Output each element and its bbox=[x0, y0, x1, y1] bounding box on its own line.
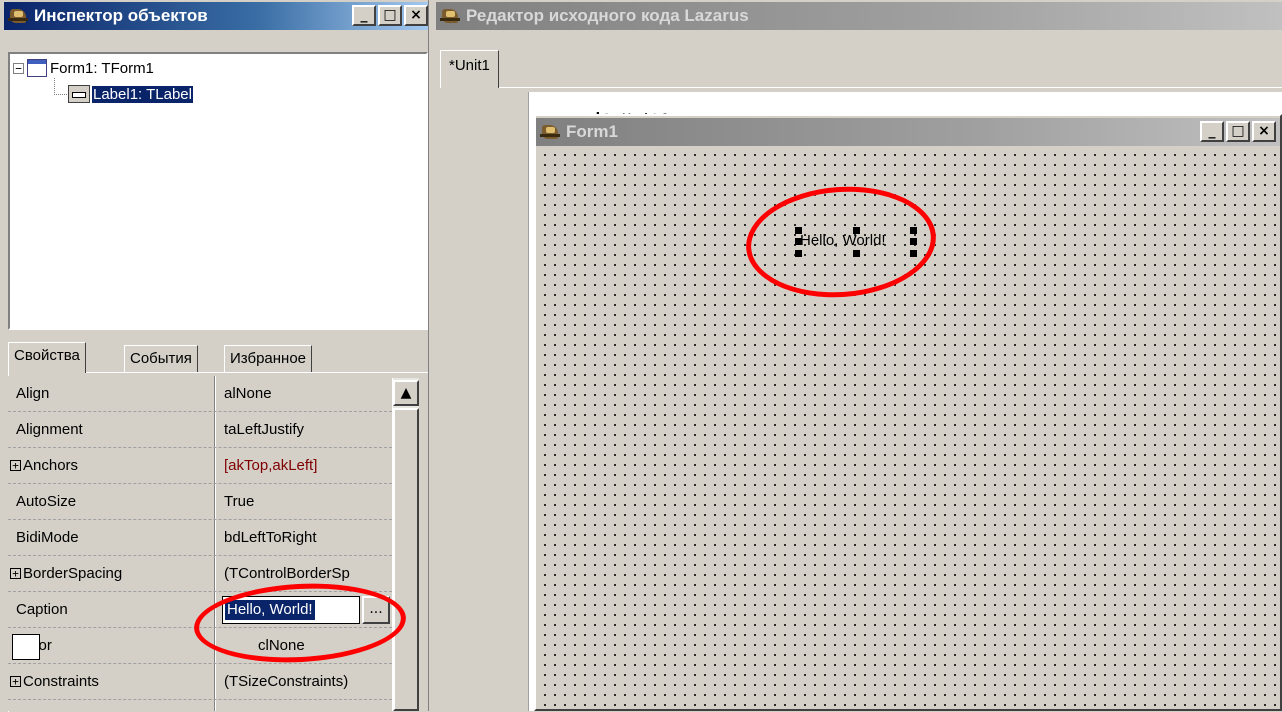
editor-gutter bbox=[448, 92, 529, 711]
tree-item-label: Form1: TForm1 bbox=[50, 59, 154, 77]
maximize-button[interactable]: □ bbox=[378, 5, 402, 26]
editor-title: Редактор исходного кода Lazarus bbox=[466, 6, 749, 25]
color-swatch bbox=[12, 634, 40, 660]
property-name: + Constraints bbox=[10, 664, 206, 699]
property-row-align[interactable]: Align alNone bbox=[8, 376, 392, 412]
property-name: Alignment bbox=[16, 412, 212, 447]
property-row-anchors[interactable]: + Anchors [akTop,akLeft] bbox=[8, 448, 392, 484]
inspector-title: Инспектор объектов bbox=[34, 6, 208, 25]
component-tree[interactable]: − Form1: TForm1 Label1: TLabel bbox=[8, 52, 428, 330]
property-name-text: AutoSize bbox=[16, 493, 77, 510]
expand-plus-icon[interactable]: + bbox=[10, 460, 21, 471]
form1-window-buttons: _ □ × bbox=[1200, 121, 1276, 142]
property-value[interactable]: (TSizeConstraints) bbox=[224, 664, 390, 699]
scroll-thumb[interactable] bbox=[393, 408, 419, 711]
close-button[interactable]: × bbox=[1252, 121, 1276, 142]
property-name-text: BidiMode bbox=[16, 529, 79, 546]
lazarus-app-icon bbox=[540, 122, 562, 142]
property-row-constraints[interactable]: + Constraints (TSizeConstraints) bbox=[8, 664, 392, 700]
tree-item-form1[interactable]: − Form1: TForm1 bbox=[13, 59, 154, 77]
minimize-button[interactable]: _ bbox=[1200, 121, 1224, 142]
tree-item-label: Label1: TLabel bbox=[92, 85, 193, 103]
close-button[interactable]: × bbox=[404, 5, 428, 26]
property-name: + Anchors bbox=[10, 448, 206, 483]
property-name: Caption bbox=[16, 592, 212, 627]
property-name-text: Align bbox=[16, 385, 50, 402]
form-icon bbox=[27, 59, 47, 77]
tab-properties[interactable]: Свойства bbox=[8, 342, 86, 373]
property-name-text: Anchors bbox=[23, 457, 79, 474]
inspector-right-border bbox=[428, 0, 433, 711]
property-name: AutoSize bbox=[16, 484, 212, 519]
property-value[interactable]: alNone bbox=[224, 376, 390, 411]
expand-plus-icon[interactable]: + bbox=[10, 676, 21, 687]
property-name-text: Caption bbox=[16, 601, 68, 618]
scroll-up-button[interactable]: ▲ bbox=[393, 380, 419, 406]
inspector-window-buttons: _ □ × bbox=[352, 5, 428, 26]
property-value[interactable]: True bbox=[224, 484, 390, 519]
property-name-text: Constraints bbox=[23, 673, 99, 690]
tab-unit1[interactable]: *Unit1 bbox=[440, 50, 499, 88]
form1-titlebar[interactable]: Form1 _ □ × bbox=[536, 118, 1280, 146]
property-row-autosize[interactable]: AutoSize True bbox=[8, 484, 392, 520]
lazarus-app-icon bbox=[440, 6, 462, 26]
tab-events[interactable]: События bbox=[124, 345, 198, 373]
property-name: + BorderSpacing bbox=[10, 556, 206, 591]
property-name: BidiMode bbox=[16, 520, 212, 555]
property-value[interactable]: [akTop,akLeft] bbox=[224, 448, 390, 483]
tab-favorites[interactable]: Избранное bbox=[224, 345, 313, 373]
property-value[interactable]: bdLeftToRight bbox=[224, 520, 390, 555]
property-scrollbar[interactable]: ▲ bbox=[392, 378, 419, 711]
editor-tab-strip-line bbox=[440, 87, 1282, 88]
tree-connector-line bbox=[54, 78, 67, 95]
collapse-icon[interactable]: − bbox=[13, 62, 24, 74]
property-name: Align bbox=[16, 376, 212, 411]
scroll-up-icon: ▲ bbox=[400, 385, 412, 401]
label-component-icon bbox=[68, 85, 90, 103]
property-name-text: Alignment bbox=[16, 421, 83, 438]
property-name-text: BorderSpacing bbox=[23, 565, 123, 582]
editor-titlebar[interactable]: Редактор исходного кода Lazarus bbox=[436, 2, 1282, 30]
tree-item-label1[interactable]: Label1: TLabel bbox=[68, 85, 193, 103]
expand-plus-icon[interactable]: + bbox=[10, 568, 21, 579]
property-row-alignment[interactable]: Alignment taLeftJustify bbox=[8, 412, 392, 448]
property-grid[interactable]: Align alNone Alignment taLeftJustify + Anchor… bbox=[8, 376, 392, 711]
property-row-bidimode[interactable]: BidiMode bdLeftToRight bbox=[8, 520, 392, 556]
property-value[interactable]: taLeftJustify bbox=[224, 412, 390, 447]
inspector-titlebar[interactable]: Инспектор объектов _ □ × bbox=[4, 2, 430, 30]
maximize-button[interactable]: □ bbox=[1226, 121, 1250, 142]
minimize-button[interactable]: _ bbox=[352, 5, 376, 26]
form1-title: Form1 bbox=[566, 122, 618, 141]
property-name: Color bbox=[16, 628, 212, 663]
lazarus-app-icon bbox=[8, 6, 30, 26]
